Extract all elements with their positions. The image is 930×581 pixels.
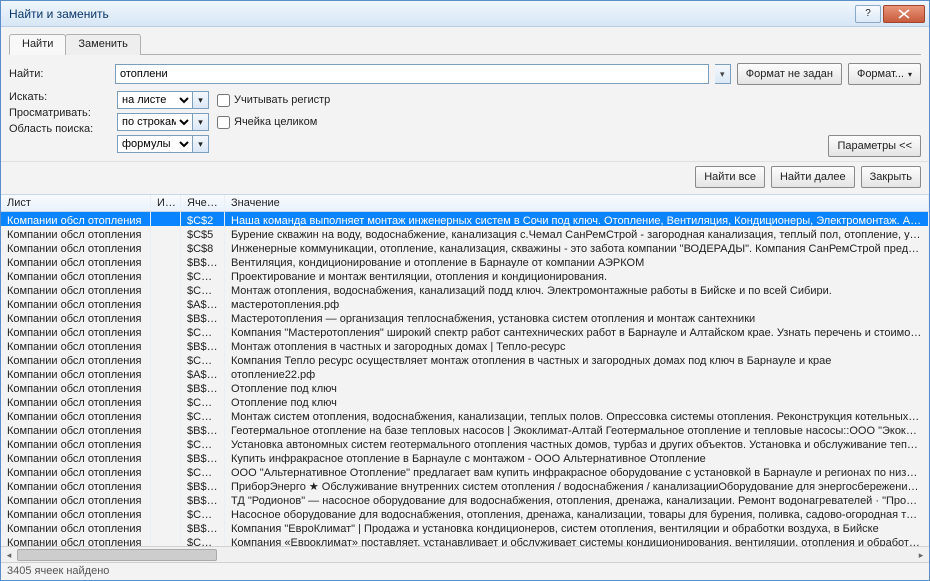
table-row[interactable]: Компании обсл отопления$C$5Бурение скваж… [1,226,929,240]
results-body[interactable]: Компании обсл отопления$C$2Наша команда … [1,212,929,546]
titlebar: Найти и заменить ? [1,1,929,27]
scroll-left-icon[interactable]: ◂ [1,547,17,562]
table-row[interactable]: Компании обсл отопления$B$15Отопление по… [1,380,929,394]
find-next-button[interactable]: Найти далее [771,166,855,188]
find-history-dropdown[interactable]: ▾ [715,64,731,84]
horizontal-scrollbar[interactable]: ◂ ▸ [1,546,929,562]
table-row[interactable]: Компании обсл отопления$B$14Монтаж отопл… [1,338,929,352]
col-value[interactable]: Значение [225,195,929,211]
table-row[interactable]: Компании обсл отопления$B$13Мастеротопле… [1,310,929,324]
format-button[interactable]: Формат...▾ [848,63,921,85]
table-row[interactable]: Компании обсл отопления$B$10Вентиляция, … [1,254,929,268]
chevron-down-icon[interactable]: ▾ [193,113,209,131]
col-cell[interactable]: Ячейка [181,195,225,211]
chevron-down-icon[interactable]: ▾ [193,91,209,109]
tabs: Найти Заменить [9,33,921,55]
table-row[interactable]: Компании обсл отопления$A$13мастеротопле… [1,296,929,310]
help-button[interactable]: ? [855,5,881,23]
chevron-down-icon[interactable]: ▾ [193,135,209,153]
results-header: Лист Имя Ячейка Значение [1,195,929,212]
close-button[interactable]: Закрыть [861,166,921,188]
table-row[interactable]: Компании обсл отопления$C$8Инженерные ко… [1,240,929,254]
tab-find[interactable]: Найти [9,34,66,55]
table-row[interactable]: Компании обсл отопления$C$15Отопление по… [1,394,929,408]
tab-replace[interactable]: Заменить [65,34,140,55]
search-in-label: Искать: [9,91,117,103]
table-row[interactable]: Компании обсл отопления$B$42Компания "Ев… [1,520,929,534]
find-all-button[interactable]: Найти все [695,166,765,188]
find-input[interactable] [115,64,709,84]
table-row[interactable]: Компании обсл отопления$C$11Монтаж отопл… [1,282,929,296]
table-row[interactable]: Компании обсл отопления$C$25Установка ав… [1,436,929,450]
table-row[interactable]: Компании обсл отопления$C$10Проектирован… [1,268,929,282]
table-row[interactable]: Компании обсл отопления$C$37Насосное обо… [1,506,929,520]
table-row[interactable]: Компании обсл отопления$B$37ТД "Родионов… [1,492,929,506]
direction-label: Просматривать: [9,107,117,119]
look-in-select[interactable]: формулы [117,135,193,153]
format-none-indicator: Формат не задан [737,63,842,85]
status-bar: 3405 ячеек найдено [1,562,929,580]
table-row[interactable]: Компании обсл отопления$B$25Геотермально… [1,422,929,436]
direction-select[interactable]: по строкам [117,113,193,131]
parameters-button[interactable]: Параметры << [828,135,921,157]
search-in-select[interactable]: на листе [117,91,193,109]
close-window-button[interactable] [883,5,925,23]
find-label: Найти: [9,68,109,80]
table-row[interactable]: Компании обсл отопления$C$14Компания Теп… [1,352,929,366]
table-row[interactable]: Компании обсл отопления$B$30Купить инфра… [1,450,929,464]
table-row[interactable]: Компании обсл отопления$C$30ООО "Альтерн… [1,464,929,478]
table-row[interactable]: Компании обсл отопления$C$21Монтаж систе… [1,408,929,422]
scroll-right-icon[interactable]: ▸ [913,547,929,562]
look-in-label: Область поиска: [9,123,117,135]
scroll-thumb[interactable] [17,549,217,561]
table-row[interactable]: Компании обсл отопления$C$13Компания "Ма… [1,324,929,338]
table-row[interactable]: Компании обсл отопления$C$42Компания «Ев… [1,534,929,546]
col-sheet[interactable]: Лист [1,195,151,211]
table-row[interactable]: Компании обсл отопления$B$33ПриборЭнерго… [1,478,929,492]
match-case-checkbox[interactable]: Учитывать регистр [217,91,921,109]
col-name[interactable]: Имя [151,195,181,211]
window-title: Найти и заменить [5,7,853,21]
table-row[interactable]: Компании обсл отопления$C$2Наша команда … [1,212,929,226]
whole-cell-checkbox[interactable]: Ячейка целиком [217,113,921,131]
table-row[interactable]: Компании обсл отопления$A$15отопление22.… [1,366,929,380]
